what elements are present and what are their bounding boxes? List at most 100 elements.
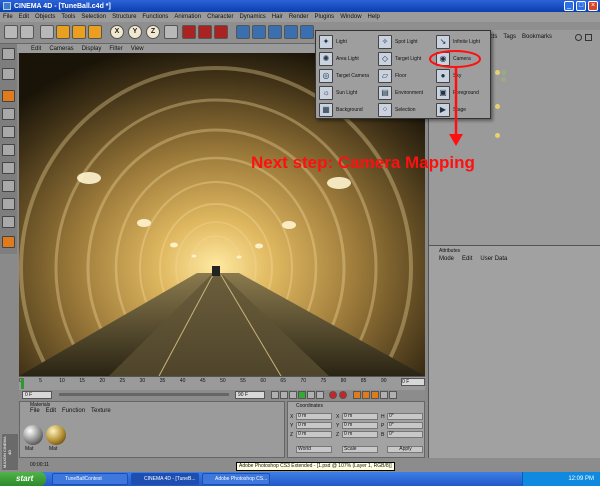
- move-icon[interactable]: [56, 25, 70, 39]
- axis-z-button[interactable]: Z: [146, 25, 160, 39]
- close-button[interactable]: ×: [588, 1, 598, 11]
- menu-render[interactable]: Render: [289, 14, 309, 20]
- axis-x-button[interactable]: X: [110, 25, 124, 39]
- timeline-end-field[interactable]: 0 F: [401, 378, 426, 386]
- rotate-icon[interactable]: [88, 25, 102, 39]
- viewport-menu-display[interactable]: Display: [82, 46, 102, 52]
- object-tag-icon[interactable]: [501, 70, 506, 75]
- materials-menu-function[interactable]: Function: [62, 408, 85, 416]
- model-tool-icon[interactable]: [2, 68, 15, 80]
- material-swatch[interactable]: [46, 425, 66, 445]
- materials-menu-edit[interactable]: Edit: [46, 408, 56, 416]
- taskbar-item-photoshop[interactable]: Adobe Photoshop CS...: [202, 473, 270, 485]
- viewport-menu-view[interactable]: View: [131, 46, 144, 52]
- scale-icon[interactable]: [72, 25, 86, 39]
- menu-hair[interactable]: Hair: [272, 14, 283, 20]
- edges-tool-icon[interactable]: [2, 144, 15, 156]
- axis-y-button[interactable]: Y: [128, 25, 142, 39]
- menu-functions[interactable]: Functions: [142, 14, 168, 20]
- key-param-icon[interactable]: [380, 391, 388, 399]
- menu-plugins[interactable]: Plugins: [315, 14, 335, 20]
- object-tag-icon[interactable]: [501, 77, 506, 82]
- camera-tool-icon[interactable]: [2, 48, 15, 60]
- apply-button[interactable]: Apply: [387, 446, 423, 453]
- popup-item-foreground[interactable]: ▣ Foreground: [436, 85, 479, 100]
- step-forward-icon[interactable]: [307, 391, 315, 399]
- viewport-menu-edit[interactable]: Edit: [31, 46, 41, 52]
- scene-icon[interactable]: [300, 25, 314, 39]
- popup-item-light[interactable]: ✦ Light: [319, 34, 347, 49]
- tab-bookmarks[interactable]: Bookmarks: [522, 34, 552, 40]
- popup-item-target-camera[interactable]: ◎ Target Camera: [319, 68, 369, 83]
- start-frame-field[interactable]: 0 F: [22, 391, 52, 399]
- render-picture-icon[interactable]: [198, 25, 212, 39]
- menu-structure[interactable]: Structure: [112, 14, 136, 20]
- popup-item-area-light[interactable]: ✺ Area Light: [319, 51, 359, 66]
- size-z-field[interactable]: 0 m: [342, 431, 378, 438]
- cube-icon[interactable]: [236, 25, 250, 39]
- menu-file[interactable]: File: [3, 14, 13, 20]
- undo-icon[interactable]: [4, 25, 18, 39]
- popup-item-target-light[interactable]: ◇ Target Light: [378, 51, 421, 66]
- popup-item-spot-light[interactable]: ✧ Spot Light: [378, 34, 418, 49]
- render-view-icon[interactable]: [182, 25, 196, 39]
- viewport-menu-cameras[interactable]: Cameras: [49, 46, 73, 52]
- menu-dynamics[interactable]: Dynamics: [239, 14, 265, 20]
- viewport-menu-filter[interactable]: Filter: [109, 46, 122, 52]
- axis-tool-icon[interactable]: [2, 180, 15, 192]
- maximize-button[interactable]: □: [576, 1, 586, 11]
- brush-tool-icon[interactable]: [2, 236, 15, 248]
- spline-icon[interactable]: [268, 25, 282, 39]
- menu-animation[interactable]: Animation: [174, 14, 201, 20]
- position-x-field[interactable]: 0 m: [296, 413, 332, 420]
- polygons-tool-icon[interactable]: [2, 162, 15, 174]
- menu-selection[interactable]: Selection: [81, 14, 106, 20]
- size-x-field[interactable]: 0 m: [342, 413, 378, 420]
- coord-mode-select[interactable]: World: [296, 446, 332, 453]
- render-settings-icon[interactable]: [214, 25, 228, 39]
- minimize-button[interactable]: _: [564, 1, 574, 11]
- play-back-icon[interactable]: [289, 391, 297, 399]
- popup-item-infinite-light[interactable]: ↘ Infinite Light: [436, 34, 480, 49]
- position-z-field[interactable]: 0 m: [296, 431, 332, 438]
- key-position-icon[interactable]: [353, 391, 361, 399]
- material-swatch[interactable]: [23, 425, 43, 445]
- step-back-icon[interactable]: [280, 391, 288, 399]
- autokey-icon[interactable]: [339, 391, 347, 399]
- popup-item-sun-light[interactable]: ☼ Sun Light: [319, 85, 357, 100]
- attributes-menu-mode[interactable]: Mode: [439, 256, 454, 262]
- menu-help[interactable]: Help: [368, 14, 380, 20]
- popup-item-selection[interactable]: ⁘ Selection: [378, 102, 416, 117]
- menu-edit[interactable]: Edit: [19, 14, 29, 20]
- world-coord-icon[interactable]: [164, 25, 178, 39]
- popup-item-background[interactable]: ▦ Background: [319, 102, 363, 117]
- go-to-end-icon[interactable]: [316, 391, 324, 399]
- menu-objects[interactable]: Objects: [35, 14, 55, 20]
- search-icon[interactable]: [575, 34, 582, 41]
- menu-character[interactable]: Character: [207, 14, 233, 20]
- go-to-start-icon[interactable]: [271, 391, 279, 399]
- popup-item-floor[interactable]: ▱ Floor: [378, 68, 406, 83]
- play-icon[interactable]: [298, 391, 306, 399]
- snap-tool-icon[interactable]: [2, 216, 15, 228]
- coord-scale-select[interactable]: Scale: [342, 446, 378, 453]
- panel-menu-icon[interactable]: [585, 34, 592, 41]
- materials-menu-file[interactable]: File: [30, 408, 40, 416]
- timeline[interactable]: 0 5 10 15 20 25 30 35 40 45 50 55 60 65 …: [19, 376, 426, 390]
- object-tag-icon[interactable]: [495, 70, 500, 75]
- deformer-icon[interactable]: [284, 25, 298, 39]
- object-tag-icon[interactable]: [495, 133, 500, 138]
- taskbar-item-cinema4d[interactable]: CINEMA 4D - [TuneB...: [131, 473, 199, 485]
- end-frame-field[interactable]: 90 F: [235, 391, 265, 399]
- tweak-tool-icon[interactable]: [2, 198, 15, 210]
- taskbar-item-folder[interactable]: TuneBallContest: [52, 473, 128, 485]
- key-pla-icon[interactable]: [389, 391, 397, 399]
- popup-item-stage[interactable]: ▶ Stage: [436, 102, 466, 117]
- points-tool-icon[interactable]: [2, 126, 15, 138]
- key-rotation-icon[interactable]: [371, 391, 379, 399]
- attributes-menu-edit[interactable]: Edit: [462, 256, 472, 262]
- redo-icon[interactable]: [20, 25, 34, 39]
- texture-tool-icon[interactable]: [2, 108, 15, 120]
- rotation-h-field[interactable]: 0°: [387, 413, 423, 420]
- popup-item-sky[interactable]: ● Sky: [436, 68, 461, 83]
